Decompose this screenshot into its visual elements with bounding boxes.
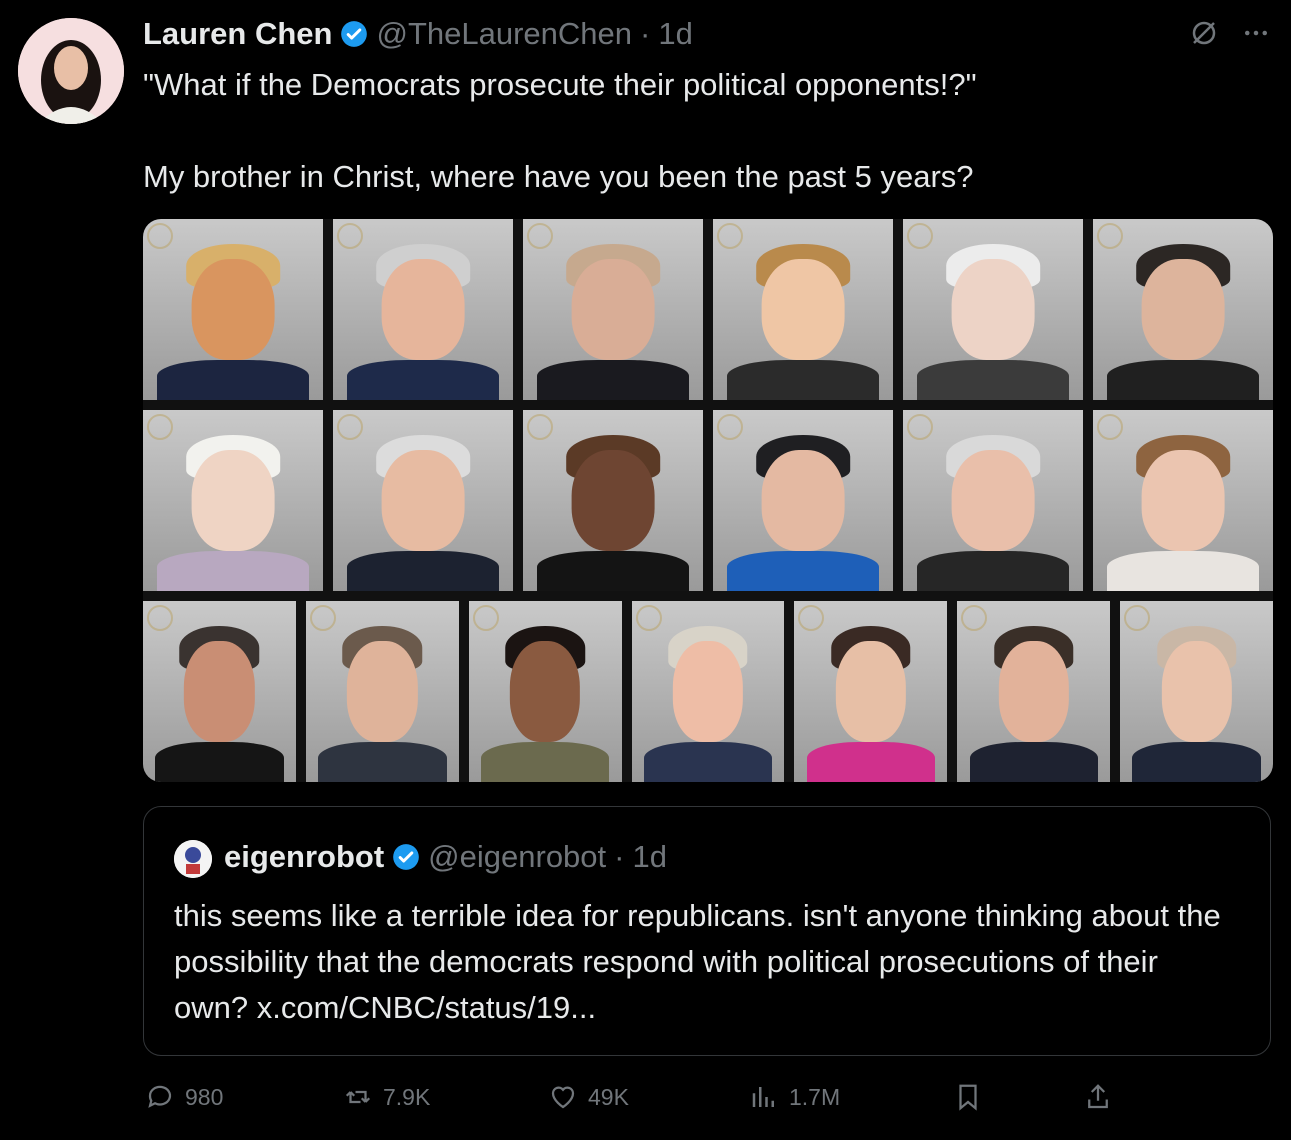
top-actions <box>1189 18 1271 48</box>
reply-count: 980 <box>185 1083 224 1110</box>
mugshot-photo[interactable] <box>143 219 323 400</box>
views-icon <box>752 1087 774 1107</box>
author-name[interactable]: Lauren Chen <box>143 16 332 52</box>
photo-row-3 <box>143 601 1273 782</box>
share-button[interactable] <box>1083 1074 1113 1120</box>
photo-row-1 <box>143 219 1273 400</box>
verified-badge-icon <box>393 844 420 870</box>
verified-badge-icon <box>341 21 368 47</box>
repost-count: 7.9K <box>383 1083 431 1110</box>
mugshot-photo[interactable] <box>143 410 323 591</box>
reply-button[interactable]: 980 <box>145 1074 223 1120</box>
mugshot-photo[interactable] <box>631 601 785 782</box>
tweet-header: Lauren Chen @TheLaurenChen · 1d <box>143 14 693 54</box>
mugshot-photo[interactable] <box>523 410 703 591</box>
mugshot-photo[interactable] <box>794 601 948 782</box>
bookmark-button[interactable] <box>953 1074 983 1120</box>
mugshot-photo[interactable] <box>1120 601 1273 782</box>
mugshot-photo[interactable] <box>523 219 703 400</box>
mugshot-photo[interactable] <box>333 410 513 591</box>
quoted-author-avatar[interactable] <box>174 840 212 878</box>
separator-dot: · <box>614 839 625 874</box>
photo-row-2 <box>143 410 1273 591</box>
share-icon <box>1088 1084 1108 1109</box>
tweet-line-2: My brother in Christ, where have you bee… <box>143 159 974 194</box>
mugshot-photo[interactable] <box>713 219 893 400</box>
mugshot-photo[interactable] <box>143 601 296 782</box>
mugshot-photo[interactable] <box>333 219 513 400</box>
mugshot-photo[interactable] <box>468 601 622 782</box>
more-icon[interactable] <box>1241 18 1271 48</box>
views-button[interactable]: 1.7M <box>749 1074 840 1120</box>
quoted-time[interactable]: 1d <box>632 839 666 875</box>
author-avatar[interactable] <box>18 18 124 124</box>
mugshot-photo[interactable] <box>903 219 1083 400</box>
mugshot-photo[interactable] <box>1093 219 1273 400</box>
like-count: 49K <box>588 1083 629 1110</box>
mugshot-photo[interactable] <box>1093 410 1273 591</box>
action-bar: 980 7.9K 49K 1.7M <box>143 1074 1273 1120</box>
mugshot-photo[interactable] <box>903 410 1083 591</box>
like-button[interactable]: 49K <box>548 1074 629 1120</box>
tweet-line-1: "What if the Democrats prosecute their p… <box>143 67 977 102</box>
repost-button[interactable]: 7.9K <box>343 1074 430 1120</box>
bookmark-icon <box>959 1084 977 1111</box>
grok-icon[interactable] <box>1189 18 1219 48</box>
quoted-author-handle[interactable]: @eigenrobot <box>428 839 606 875</box>
quoted-author-name[interactable]: eigenrobot <box>224 839 384 875</box>
tweet-time[interactable]: 1d <box>658 16 692 52</box>
mugshot-photo[interactable] <box>957 601 1111 782</box>
author-handle[interactable]: @TheLaurenChen <box>376 16 632 52</box>
separator-dot: · <box>640 16 651 51</box>
views-count: 1.7M <box>789 1083 841 1110</box>
mugshot-photo-grid[interactable] <box>143 219 1273 782</box>
quoted-text: this seems like a terrible idea for repu… <box>174 898 1221 1025</box>
quoted-tweet[interactable]: eigenrobot @eigenrobot · 1d this seems l… <box>143 806 1271 1056</box>
reply-icon <box>148 1085 172 1108</box>
tweet-text: "What if the Democrats prosecute their p… <box>143 62 1253 200</box>
mugshot-photo[interactable] <box>713 410 893 591</box>
repost-icon <box>345 1090 371 1104</box>
quoted-header: eigenrobot @eigenrobot · 1d <box>224 839 667 875</box>
like-icon <box>551 1086 575 1109</box>
mugshot-photo[interactable] <box>305 601 459 782</box>
